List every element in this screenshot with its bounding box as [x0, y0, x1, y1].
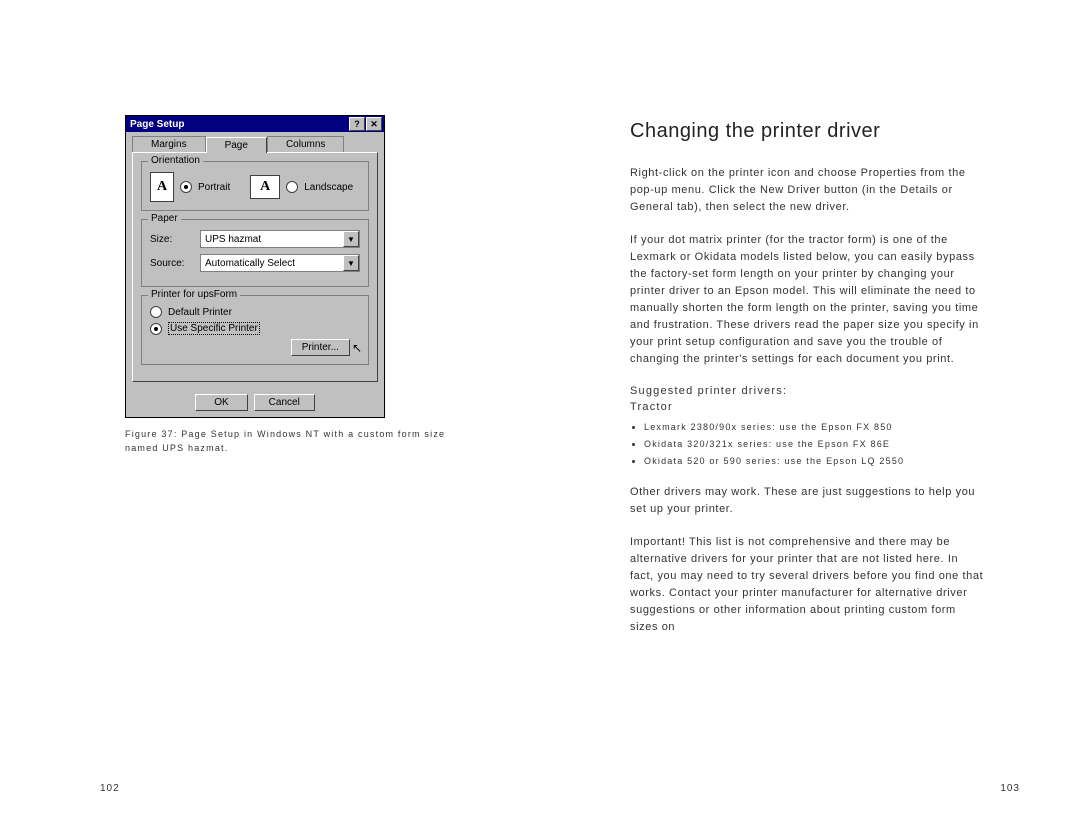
tab-page[interactable]: Page: [206, 137, 267, 153]
portrait-label: Portrait: [198, 182, 230, 193]
figure-caption: Figure 37: Page Setup in Windows NT with…: [125, 428, 470, 455]
landscape-label: Landscape: [304, 182, 353, 193]
paragraph: Right-click on the printer icon and choo…: [630, 165, 985, 216]
orientation-group: Orientation A Portrait A Landscape: [141, 161, 369, 211]
paper-legend: Paper: [148, 213, 181, 224]
portrait-radio[interactable]: [180, 181, 192, 193]
cancel-button[interactable]: Cancel: [254, 394, 315, 411]
paragraph: If your dot matrix printer (for the trac…: [630, 232, 985, 368]
document-spread: Page Setup ? ✕ Margins Page Columns Orie…: [0, 0, 1080, 834]
paper-group: Paper Size: UPS hazmat ▼ Source: Automat…: [141, 219, 369, 287]
dialog-title: Page Setup: [130, 119, 184, 130]
dialog-titlebar: Page Setup ? ✕: [126, 116, 384, 132]
left-page: Page Setup ? ✕ Margins Page Columns Orie…: [0, 0, 540, 834]
section-heading: Changing the printer driver: [630, 120, 985, 143]
portrait-icon: A: [150, 172, 174, 202]
right-page: Changing the printer driver Right-click …: [540, 0, 1080, 834]
tab-margins[interactable]: Margins: [132, 136, 206, 152]
dialog-buttons: OK Cancel: [126, 388, 384, 417]
printer-button[interactable]: Printer...: [291, 339, 350, 356]
size-label: Size:: [150, 234, 192, 245]
page-number-right: 103: [1000, 783, 1020, 794]
driver-list: Lexmark 2380/90x series: use the Epson F…: [630, 419, 985, 470]
tab-body: Orientation A Portrait A Landscape: [132, 152, 378, 382]
specific-printer-label: Use Specific Printer: [168, 322, 260, 335]
size-combo[interactable]: UPS hazmat ▼: [200, 230, 360, 248]
printerfor-legend: Printer for upsForm: [148, 289, 240, 300]
paragraph: Important! This list is not comprehensiv…: [630, 534, 985, 636]
help-button[interactable]: ?: [349, 117, 365, 131]
page-setup-dialog: Page Setup ? ✕ Margins Page Columns Orie…: [125, 115, 385, 418]
close-button[interactable]: ✕: [366, 117, 382, 131]
chevron-down-icon: ▼: [343, 255, 359, 271]
printer-for-group: Printer for upsForm Default Printer Use …: [141, 295, 369, 365]
subheading: Suggested printer drivers:: [630, 385, 985, 397]
source-combo[interactable]: Automatically Select ▼: [200, 254, 360, 272]
size-value: UPS hazmat: [205, 234, 261, 245]
landscape-icon: A: [250, 175, 280, 199]
paragraph: Other drivers may work. These are just s…: [630, 484, 985, 518]
landscape-radio[interactable]: [286, 181, 298, 193]
page-number-left: 102: [100, 783, 120, 794]
cursor-icon: ↖: [352, 341, 362, 358]
default-printer-radio[interactable]: [150, 306, 162, 318]
source-label: Source:: [150, 258, 192, 269]
chevron-down-icon: ▼: [343, 231, 359, 247]
ok-button[interactable]: OK: [195, 394, 247, 411]
list-item: Okidata 520 or 590 series: use the Epson…: [644, 453, 985, 470]
source-value: Automatically Select: [205, 258, 295, 269]
tab-columns[interactable]: Columns: [267, 136, 344, 152]
subheading: Tractor: [630, 401, 985, 413]
list-item: Lexmark 2380/90x series: use the Epson F…: [644, 419, 985, 436]
orientation-legend: Orientation: [148, 155, 203, 166]
default-printer-label: Default Printer: [168, 307, 232, 318]
tab-strip: Margins Page Columns: [132, 136, 378, 152]
specific-printer-radio[interactable]: [150, 323, 162, 335]
list-item: Okidata 320/321x series: use the Epson F…: [644, 436, 985, 453]
